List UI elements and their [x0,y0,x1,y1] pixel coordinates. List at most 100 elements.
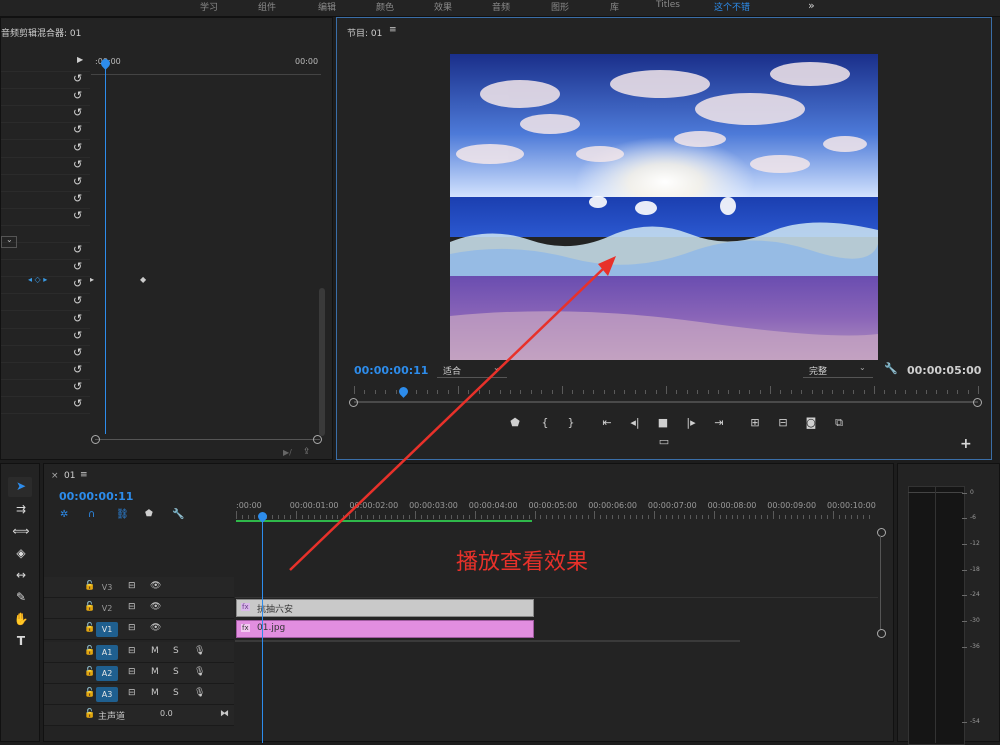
track-target-v1[interactable]: V1 [96,622,118,637]
reset-icon[interactable]: ↺ [73,329,82,342]
fit-dropdown[interactable]: 适合 ⌄ [437,362,507,378]
timeline-current-time[interactable]: 00:00:00:11 [59,490,133,503]
zoom-handle-left[interactable] [349,398,358,407]
monitor-zoom-bar[interactable] [354,401,978,403]
reset-icon[interactable]: ↺ [73,141,82,154]
go-to-end-icon[interactable]: ⧓ [220,709,229,719]
sync-lock-icon[interactable]: ⊟ [128,667,136,677]
monitor-current-time[interactable]: 00:00:00:11 [354,364,428,377]
mini-playhead[interactable] [105,62,106,434]
reset-icon[interactable]: ↺ [73,363,82,376]
marker-icon[interactable]: ⬟ [507,416,523,429]
workspace-tab-editing[interactable]: 编辑 [318,0,336,14]
sync-lock-icon[interactable]: ⊟ [128,688,136,698]
v-scroll-handle-bottom[interactable] [877,629,886,638]
sync-lock-icon[interactable]: ⊟ [128,581,136,591]
step-back-icon[interactable]: ◂| [627,416,643,429]
linked-selection-icon[interactable]: ⛓ [116,509,129,520]
reset-icon[interactable]: ↺ [73,260,82,273]
wrench-icon[interactable]: 🔧 [884,362,898,375]
add-button-icon[interactable]: + [960,436,972,452]
ripple-edit-tool-icon[interactable]: ⟺ [12,524,30,538]
track-target-a3[interactable]: A3 [96,687,118,702]
workspace-tab-audio[interactable]: 音频 [492,0,510,14]
workspace-more-icon[interactable]: » [808,0,815,13]
microphone-icon[interactable]: 🎙 [194,688,205,698]
monitor-time-ruler[interactable] [354,386,979,396]
lift-icon[interactable]: ⊞ [747,416,763,429]
workspace-tab-assembly[interactable]: 组件 [258,0,276,14]
reset-icon[interactable]: ↺ [73,175,82,188]
stop-icon[interactable]: ■ [655,416,671,429]
sync-lock-icon[interactable]: ⊟ [128,646,136,656]
pen-tool-icon[interactable]: ✎ [12,590,30,604]
workspace-tab-effects[interactable]: 效果 [434,0,452,14]
razor-tool-icon[interactable]: ◈ [12,546,30,560]
out-point-icon[interactable]: } [563,416,579,429]
reset-icon[interactable]: ↺ [73,346,82,359]
go-to-in-icon[interactable]: ⇤ [599,416,615,429]
nest-icon[interactable]: ✲ [60,509,68,520]
mute-button[interactable]: M [151,688,159,698]
workspace-tab-learn[interactable]: 学习 [200,0,218,14]
hand-tool-icon[interactable]: ✋ [12,612,30,626]
lock-icon[interactable]: 🔓 [84,602,95,612]
quality-dropdown[interactable]: 完整 ⌄ [803,362,873,378]
safe-margins-icon[interactable]: ▭ [656,435,672,448]
lock-icon[interactable]: 🔓 [84,688,95,698]
reset-icon[interactable]: ↺ [73,209,82,222]
workspace-tab-color[interactable]: 颜色 [376,0,394,14]
track-target-a1[interactable]: A1 [96,645,118,660]
zoom-handle-right[interactable] [973,398,982,407]
lock-icon[interactable]: 🔓 [84,623,95,633]
eye-icon[interactable]: 👁 [150,581,161,591]
eye-icon[interactable]: 👁 [150,623,161,633]
close-icon[interactable]: × [51,471,59,481]
master-volume-value[interactable]: 0.0 [160,709,173,718]
sequence-tab[interactable]: 01 [64,471,75,481]
microphone-icon[interactable]: 🎙 [194,646,205,656]
snap-icon[interactable]: ∩ [88,509,95,520]
reset-icon[interactable]: ↺ [73,106,82,119]
slip-tool-icon[interactable]: ↔ [12,568,30,582]
reset-icon[interactable]: ↺ [73,312,82,325]
go-to-out-icon[interactable]: ⇥ [711,416,727,429]
expand-arrow-icon[interactable]: ▶ [77,55,83,64]
reset-icon[interactable]: ↺ [73,72,82,85]
solo-button[interactable]: S [173,688,179,698]
selection-tool-icon[interactable]: ➤ [12,479,30,493]
export-frame-icon[interactable]: ◙ [803,416,819,429]
mute-button[interactable]: M [151,667,159,677]
reset-icon[interactable]: ↺ [73,123,82,136]
property-dropdown[interactable]: ⌄ [1,235,17,248]
filter-icon[interactable]: ▶/ [283,448,292,457]
lock-icon[interactable]: 🔓 [84,667,95,677]
export-icon[interactable]: ⇪ [303,447,311,457]
reset-icon[interactable]: ↺ [73,243,82,256]
scroll-handle-right[interactable] [313,435,322,444]
work-area-bar[interactable] [236,520,532,522]
vertical-scrollbar[interactable] [880,536,881,630]
reset-icon[interactable]: ↺ [73,192,82,205]
vertical-scrollbar[interactable] [319,288,325,436]
sync-lock-icon[interactable]: ⊟ [128,602,136,612]
timeline-menu-icon[interactable]: ≡ [80,470,88,480]
track-name[interactable]: V2 [96,601,118,616]
solo-button[interactable]: S [173,646,179,656]
timeline-playhead[interactable] [262,518,264,743]
step-forward-icon[interactable]: |▸ [683,416,699,429]
keyframe-nav-icon[interactable]: ◂ ◇ ▸ [28,275,47,284]
comparison-view-icon[interactable]: ⧉ [831,416,847,430]
sync-lock-icon[interactable]: ⊟ [128,623,136,633]
workspace-tab-custom[interactable]: 这个不错 [714,0,750,14]
clip-v1[interactable]: fx 01.jpg [236,620,534,638]
type-tool-icon[interactable]: T [12,634,30,648]
timeline-settings-icon[interactable]: 🔧 [172,509,184,520]
scroll-handle-left[interactable] [91,435,100,444]
reset-icon[interactable]: ↺ [73,158,82,171]
track-target-a2[interactable]: A2 [96,666,118,681]
v-scroll-handle-top[interactable] [877,528,886,537]
in-point-icon[interactable]: { [537,416,553,429]
track-select-tool-icon[interactable]: ⇉ [12,502,30,516]
workspace-tab-libraries[interactable]: 库 [610,0,619,14]
